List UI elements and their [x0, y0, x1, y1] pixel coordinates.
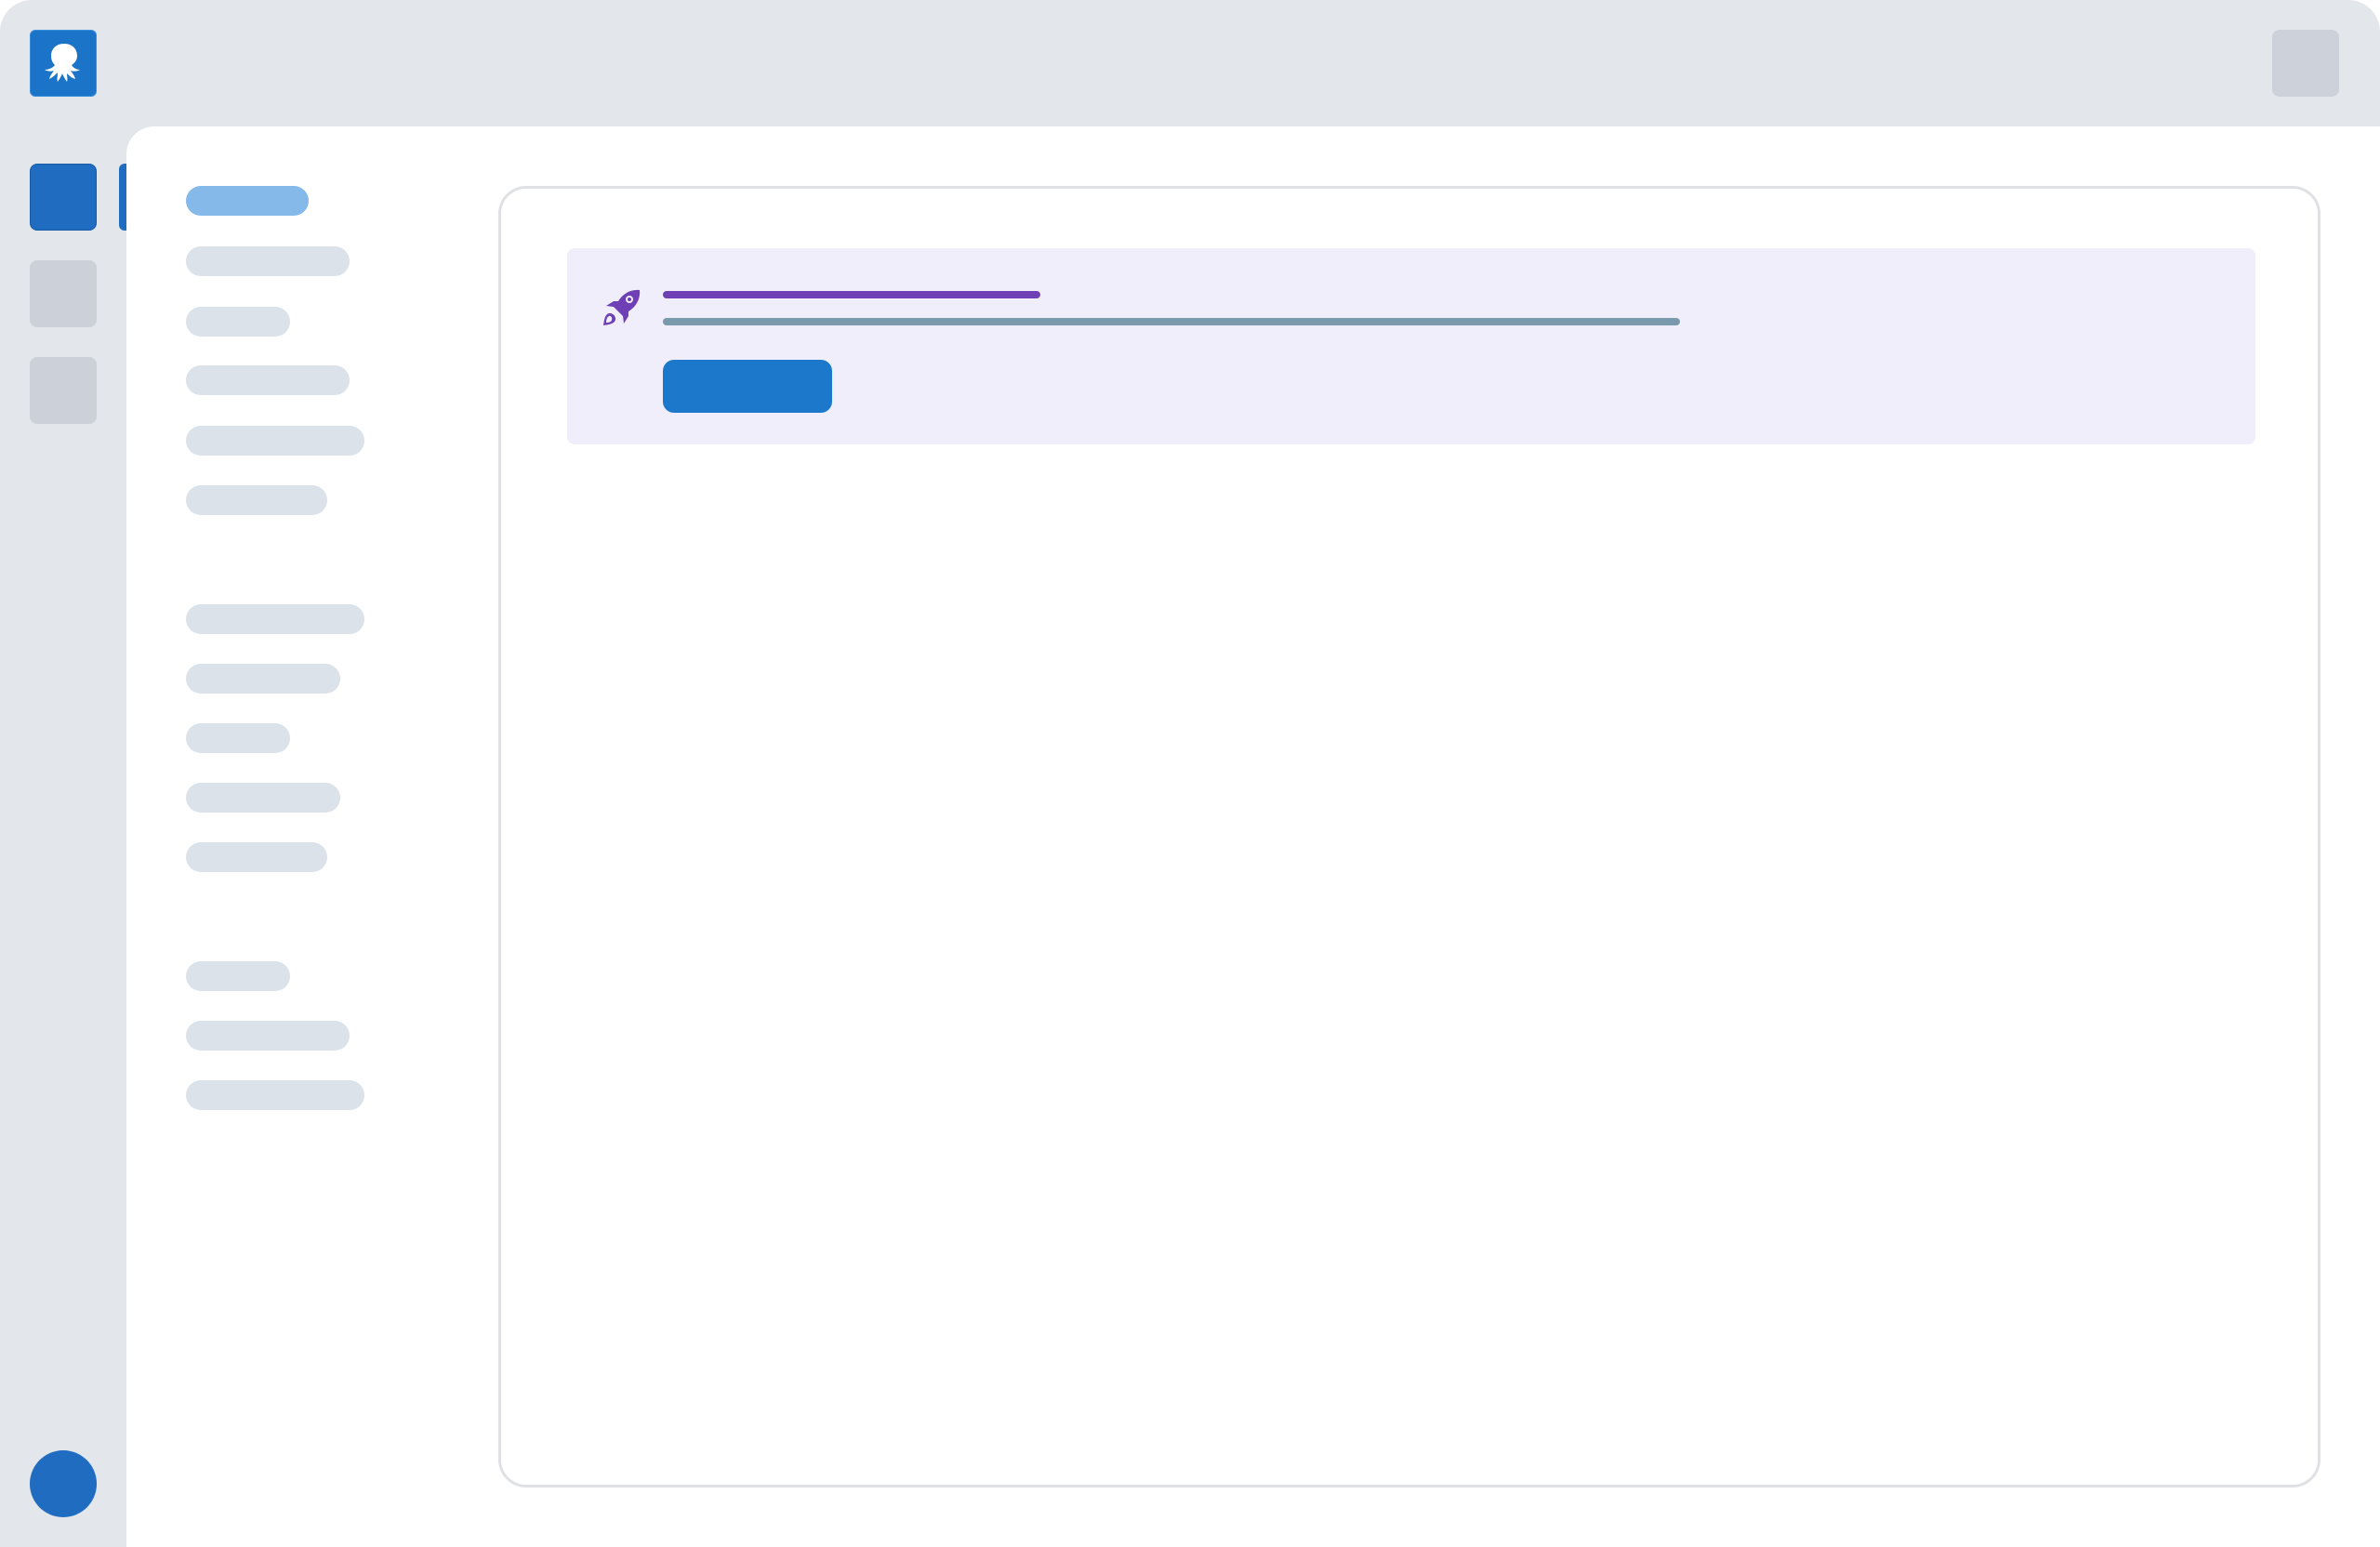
sidebar-item-9[interactable]: [186, 723, 290, 753]
sidebar-item-3[interactable]: [186, 307, 290, 337]
rail-item-3[interactable]: [30, 357, 97, 424]
sidebar-item-7[interactable]: [186, 604, 364, 634]
app-window: [0, 0, 2380, 1547]
sidebar-item-5[interactable]: [186, 426, 364, 456]
banner-description: [663, 318, 1680, 325]
top-right-button[interactable]: [2272, 30, 2339, 97]
octopus-icon: [45, 44, 80, 82]
onboarding-banner: [567, 248, 2255, 444]
sidebar-item-13[interactable]: [186, 1021, 350, 1051]
avatar[interactable]: [30, 1450, 97, 1517]
rocket-icon: [603, 289, 641, 325]
rail-item-1[interactable]: [30, 164, 97, 231]
banner-title: [663, 291, 1040, 298]
sidebar-item-14[interactable]: [186, 1080, 364, 1110]
sidebar-item-2[interactable]: [186, 246, 350, 276]
sidebar-item-11[interactable]: [186, 842, 327, 872]
sidebar-item-1[interactable]: [186, 186, 309, 216]
banner-action-button[interactable]: [663, 360, 832, 413]
app-logo[interactable]: [30, 30, 97, 97]
sidebar-item-4[interactable]: [186, 365, 350, 395]
sidebar-item-12[interactable]: [186, 961, 290, 991]
sidebar-item-6[interactable]: [186, 485, 327, 515]
sidebar-item-8[interactable]: [186, 664, 340, 694]
sidebar-item-10[interactable]: [186, 783, 340, 813]
rail-item-2[interactable]: [30, 260, 97, 327]
